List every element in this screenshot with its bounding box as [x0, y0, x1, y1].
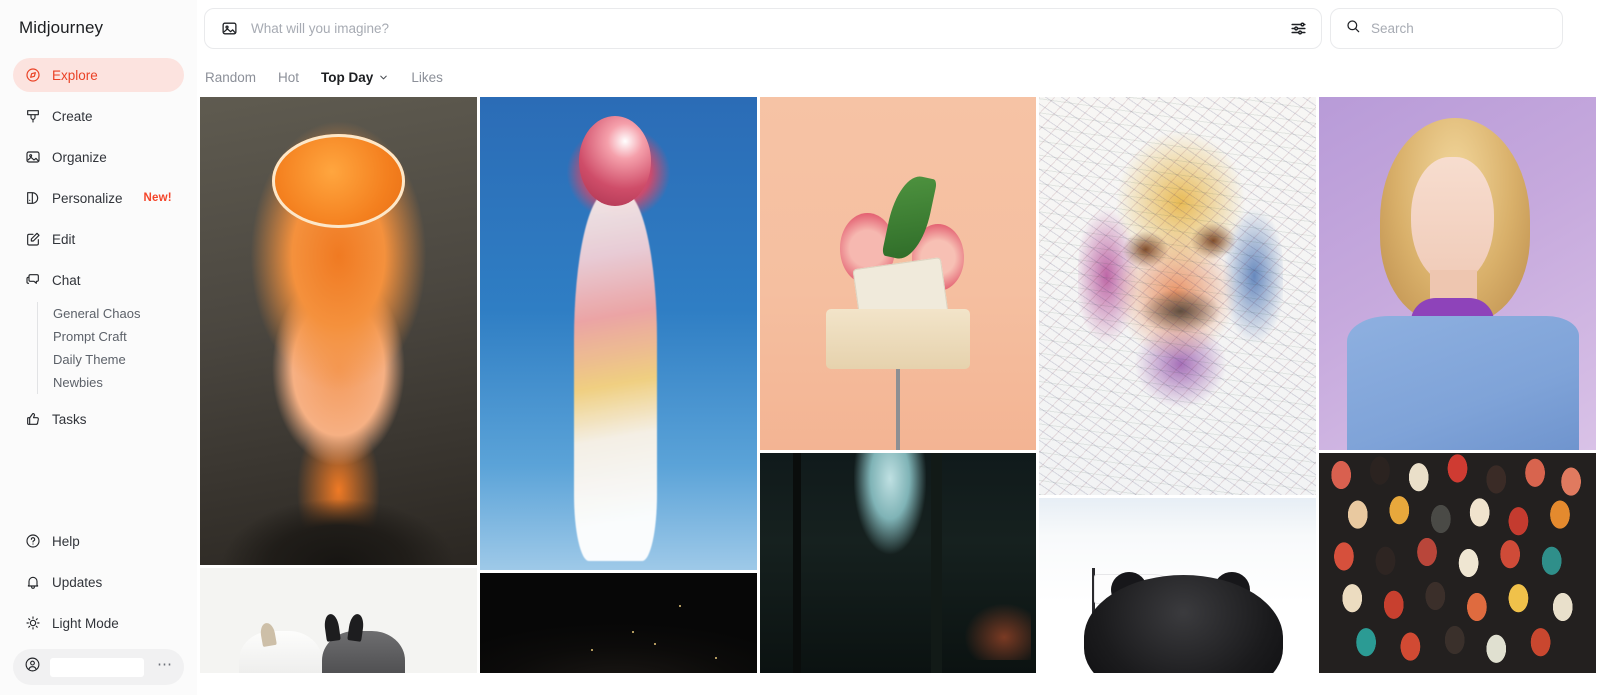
- gallery-tile-orange-sculpture-head[interactable]: [200, 97, 477, 565]
- sidebar-item-label: Help: [52, 533, 80, 549]
- main-content: Random Hot Top Day Likes: [197, 0, 1600, 695]
- gallery-tile-blonde-woman-lavender[interactable]: [1319, 97, 1596, 450]
- tab-top-day[interactable]: Top Day: [321, 70, 389, 85]
- sidebar-item-label: Edit: [52, 231, 76, 247]
- gallery-column-1: [200, 97, 477, 695]
- artwork-blonde-woman-lavender: [1319, 97, 1596, 450]
- chat-channel-prompt-craft[interactable]: Prompt Craft: [53, 325, 184, 348]
- gallery-column-3: [759, 97, 1037, 695]
- gallery-tile-food-tower-peach[interactable]: [759, 97, 1037, 450]
- sidebar-item-personalize[interactable]: Personalize New!: [13, 181, 184, 215]
- user-name-field[interactable]: [50, 657, 144, 677]
- artwork-food-tower-peach: [759, 97, 1037, 450]
- artwork-night-sky-lights: [479, 573, 757, 673]
- sidebar-bottom: Help Updates Light Mode ⋯: [0, 524, 197, 685]
- sliders-icon[interactable]: [1287, 18, 1309, 40]
- sidebar-item-label: Explore: [52, 67, 98, 83]
- image-icon: [24, 149, 41, 166]
- brush-icon: [24, 108, 41, 125]
- image-icon: [221, 20, 239, 38]
- chat-channel-general-chaos[interactable]: General Chaos: [53, 302, 184, 325]
- user-account-row[interactable]: ⋯: [13, 649, 184, 685]
- chat-bubble-icon: [24, 272, 41, 289]
- sidebar-item-label: Personalize: [52, 190, 123, 206]
- sidebar-item-label: Tasks: [52, 411, 87, 427]
- app-root: Midjourney Explore Create Organize Perso…: [0, 0, 1600, 695]
- gallery-tile-black-cat-white-flag[interactable]: [1039, 498, 1317, 673]
- compass-icon: [24, 67, 41, 84]
- search-input[interactable]: [1371, 21, 1548, 36]
- user-menu-button[interactable]: ⋯: [157, 657, 173, 674]
- sidebar: Midjourney Explore Create Organize Perso…: [0, 0, 197, 695]
- sidebar-item-explore[interactable]: Explore: [13, 58, 184, 92]
- gallery-column-2: [479, 97, 757, 695]
- tab-label: Top Day: [321, 69, 374, 85]
- gallery-tile-night-sky-lights[interactable]: [479, 573, 757, 673]
- status-badge: New!: [143, 192, 172, 204]
- artwork-black-cat-white-flag: [1039, 498, 1317, 673]
- search-icon: [1345, 18, 1361, 39]
- sidebar-item-label: Chat: [52, 272, 81, 288]
- gallery-tile-scribble-portrait-man[interactable]: [1039, 97, 1317, 495]
- gallery-tile-aerial-crowd-colorful[interactable]: [1319, 453, 1596, 673]
- bell-icon: [24, 574, 41, 591]
- search-box[interactable]: [1330, 8, 1563, 49]
- gallery-column-5: [1319, 97, 1596, 695]
- sidebar-item-label: Updates: [52, 574, 103, 590]
- chevron-down-icon: [380, 75, 388, 79]
- sidebar-nav: Explore Create Organize Personalize New!…: [0, 48, 197, 436]
- tab-likes[interactable]: Likes: [411, 70, 443, 85]
- top-bar: [197, 0, 1600, 57]
- question-circle-icon: [24, 533, 41, 550]
- artwork-holographic-figure-sky: [479, 97, 757, 570]
- sidebar-item-label: Light Mode: [52, 615, 119, 631]
- artwork-two-horses-white: [200, 568, 477, 673]
- sun-icon: [24, 615, 41, 632]
- sidebar-item-organize[interactable]: Organize: [13, 140, 184, 174]
- sidebar-item-chat[interactable]: Chat: [13, 263, 184, 297]
- imagine-input[interactable]: [251, 21, 1275, 36]
- tab-hot[interactable]: Hot: [278, 70, 299, 85]
- chat-channel-newbies[interactable]: Newbies: [53, 371, 184, 394]
- tab-random[interactable]: Random: [205, 70, 256, 85]
- thumbs-up-icon: [24, 411, 41, 428]
- sidebar-item-help[interactable]: Help: [13, 524, 184, 558]
- artwork-orange-sculpture-head: [200, 97, 477, 565]
- sidebar-item-create[interactable]: Create: [13, 99, 184, 133]
- palette-icon: [24, 190, 41, 207]
- avatar-icon: [24, 656, 41, 678]
- imagine-bar[interactable]: [204, 8, 1322, 49]
- artwork-aerial-crowd-colorful: [1319, 453, 1596, 673]
- sidebar-item-label: Create: [52, 108, 93, 124]
- image-gallery: [197, 97, 1600, 695]
- artwork-dark-forest: [759, 453, 1037, 673]
- gallery-column-4: [1039, 97, 1317, 695]
- sidebar-item-edit[interactable]: Edit: [13, 222, 184, 256]
- sidebar-item-light-mode[interactable]: Light Mode: [13, 606, 184, 640]
- gallery-tile-two-horses-white[interactable]: [200, 568, 477, 673]
- chat-channel-list: General Chaos Prompt Craft Daily Theme N…: [37, 302, 184, 394]
- sidebar-item-tasks[interactable]: Tasks: [13, 402, 184, 436]
- sidebar-item-updates[interactable]: Updates: [13, 565, 184, 599]
- pencil-square-icon: [24, 231, 41, 248]
- gallery-tile-dark-forest[interactable]: [759, 453, 1037, 673]
- chat-channel-daily-theme[interactable]: Daily Theme: [53, 348, 184, 371]
- artwork-scribble-portrait-man: [1039, 97, 1317, 495]
- filter-tabs: Random Hot Top Day Likes: [197, 57, 1600, 97]
- brand-title: Midjourney: [19, 18, 104, 37]
- sidebar-item-label: Organize: [52, 149, 107, 165]
- gallery-tile-holographic-figure-sky[interactable]: [479, 97, 757, 570]
